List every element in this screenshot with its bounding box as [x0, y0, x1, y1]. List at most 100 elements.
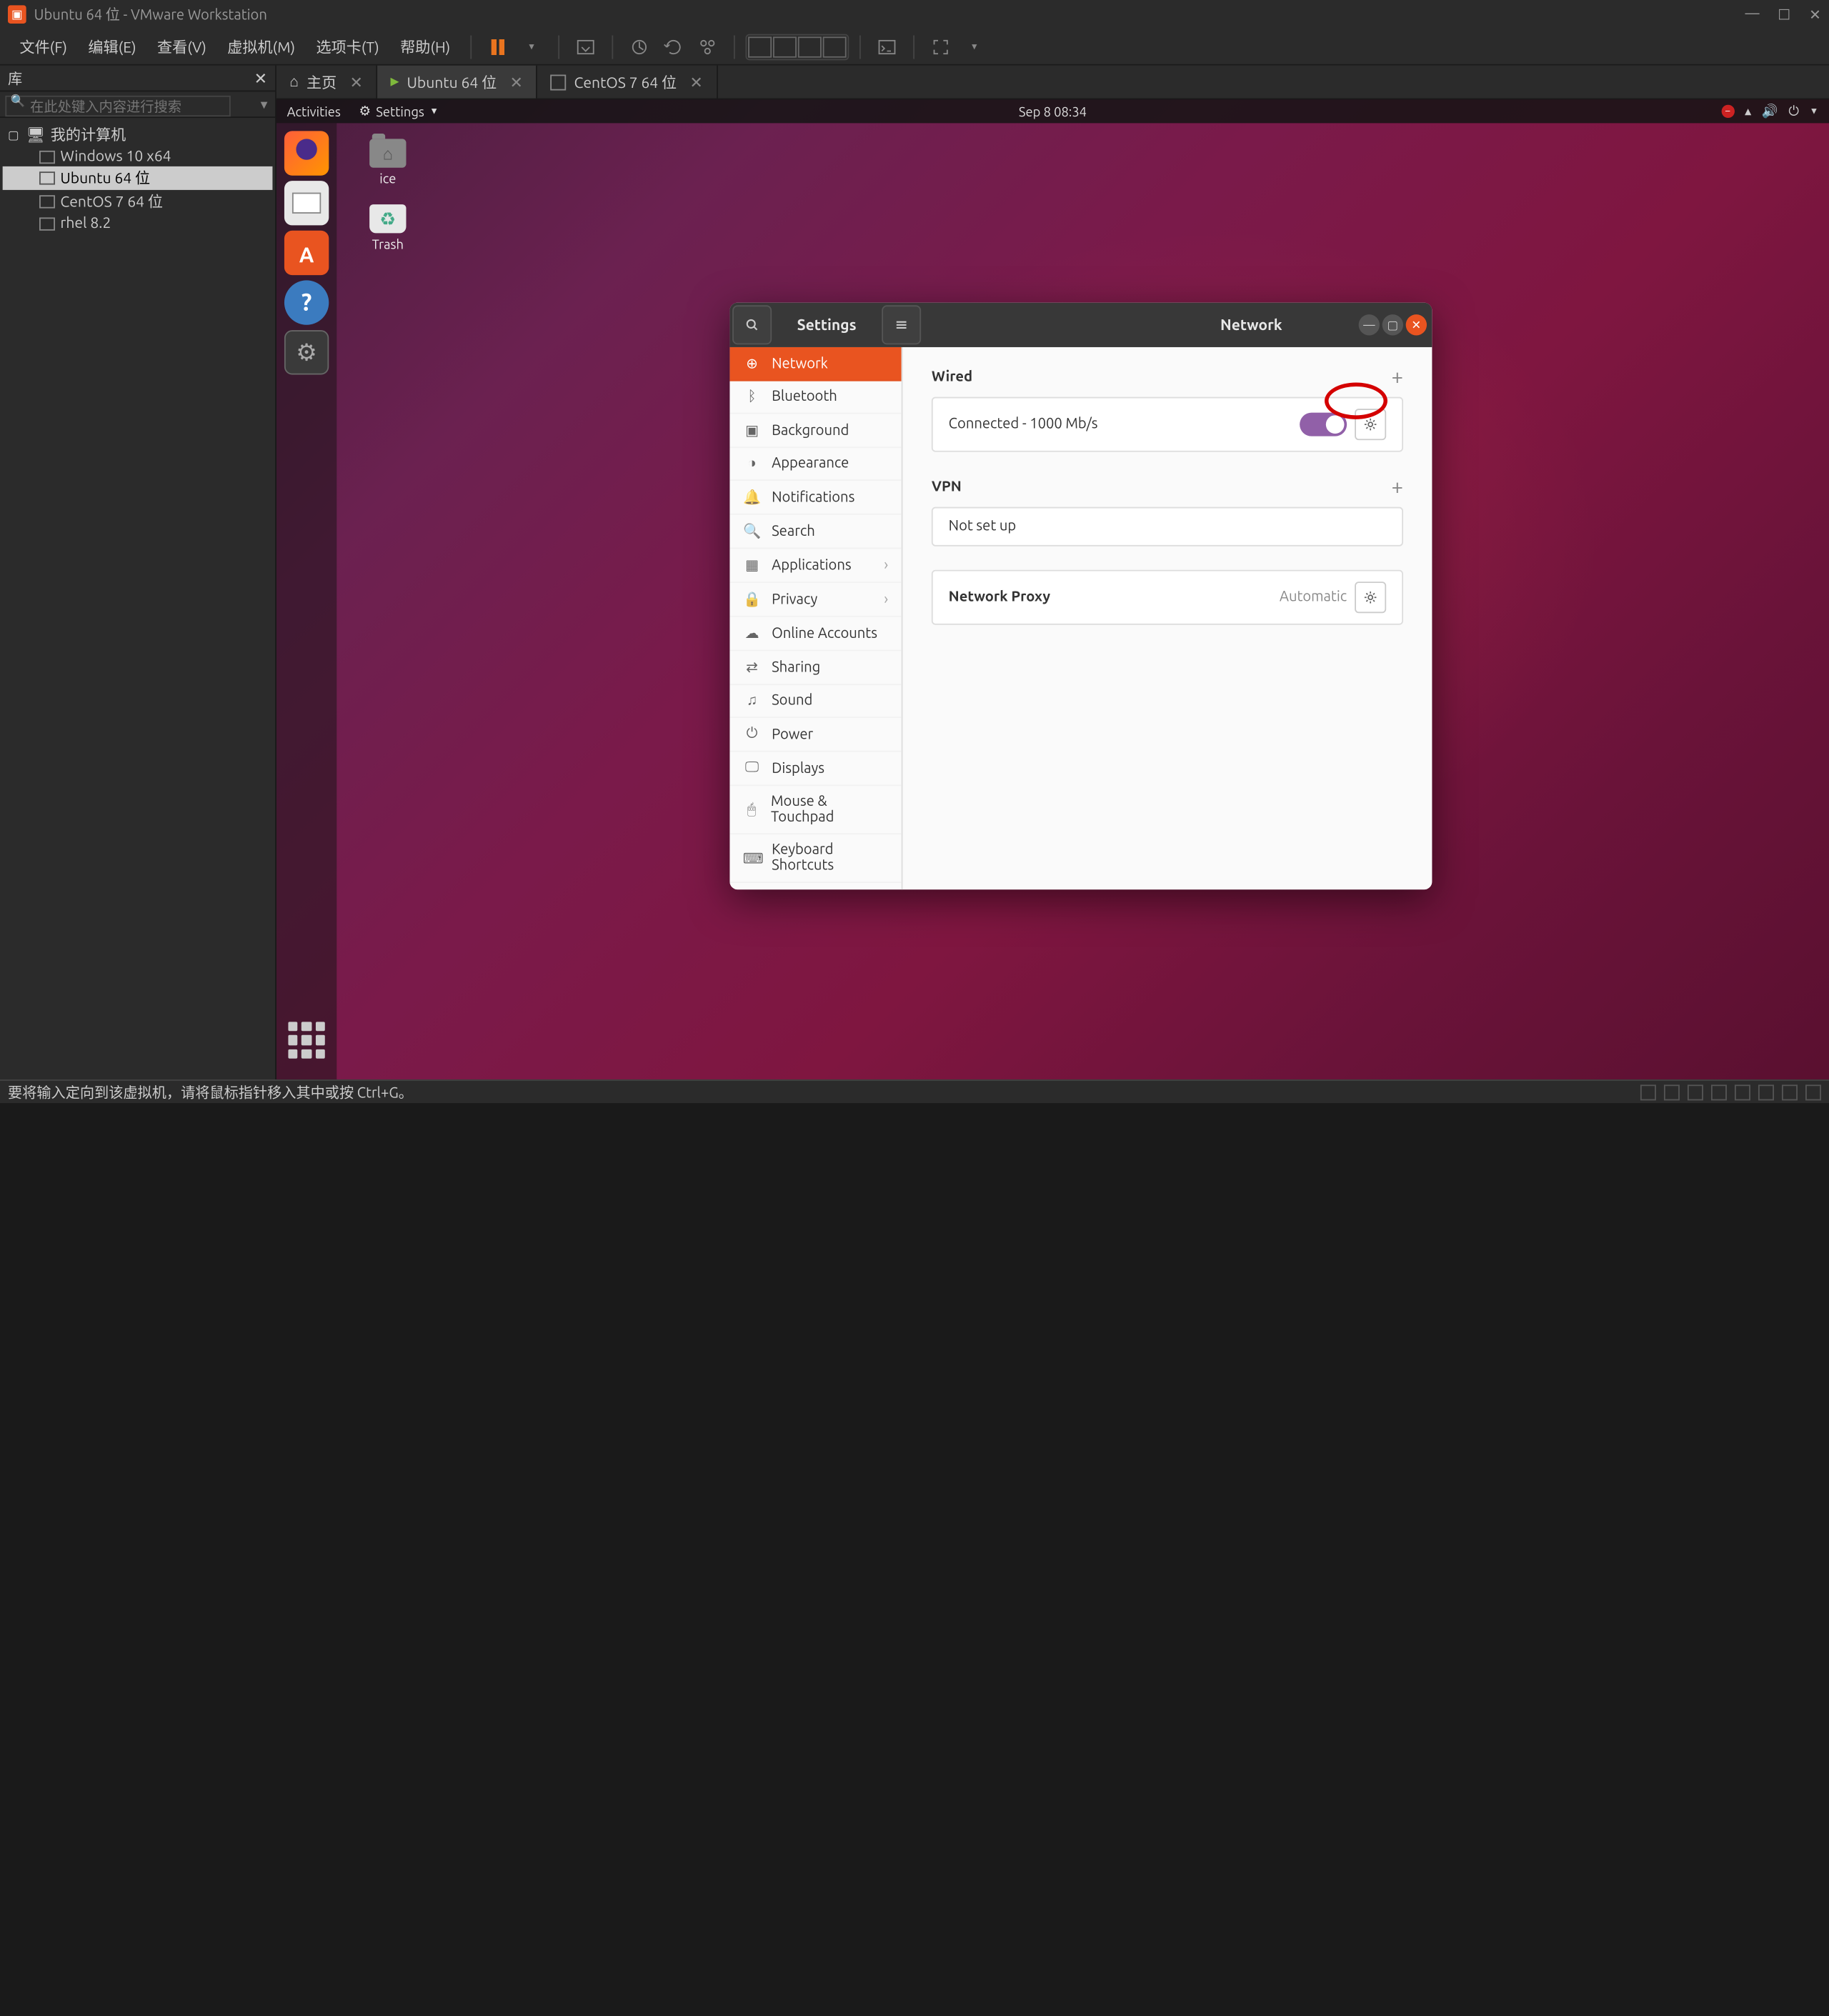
- search-dropdown-icon[interactable]: ▼: [258, 98, 269, 111]
- tree-item-windows[interactable]: Windows 10 x64: [3, 146, 273, 166]
- expander-icon[interactable]: ▢: [8, 128, 21, 142]
- maximize-button[interactable]: ☐: [1778, 6, 1790, 23]
- tree-item-label: CentOS 7 64 位: [60, 191, 163, 212]
- dock-files-icon[interactable]: [284, 181, 329, 225]
- device-icon[interactable]: [1735, 1084, 1750, 1099]
- hamburger-menu-button[interactable]: [882, 305, 921, 344]
- sidebar-item-power[interactable]: ⏻Power: [729, 718, 901, 752]
- wired-status: Connected - 1000 Mb/s: [949, 416, 1300, 432]
- centos-icon: [550, 74, 566, 90]
- fullscreen-icon[interactable]: [929, 35, 952, 59]
- snapshot-revert-icon[interactable]: [662, 35, 685, 59]
- snapshot-take-icon[interactable]: [627, 35, 651, 59]
- device-icon[interactable]: [1664, 1084, 1680, 1099]
- close-button[interactable]: ✕: [1809, 6, 1821, 23]
- sidebar-item-sound[interactable]: ♫Sound: [729, 685, 901, 718]
- sidebar-item-notifications[interactable]: 🔔Notifications: [729, 481, 901, 515]
- menu-view[interactable]: 查看(V): [148, 31, 216, 62]
- sidebar-item-background[interactable]: ▣Background: [729, 414, 901, 448]
- menu-file[interactable]: 文件(F): [11, 31, 76, 62]
- device-icon[interactable]: [1805, 1084, 1821, 1099]
- cloud-icon: ☁: [743, 625, 762, 642]
- sidebar-item-network[interactable]: ⊕Network: [729, 347, 901, 381]
- snapshot-manage-icon[interactable]: [695, 35, 719, 59]
- library-search-input[interactable]: [5, 95, 230, 116]
- pause-icon[interactable]: [486, 35, 509, 59]
- activities-button[interactable]: Activities: [287, 104, 341, 119]
- wired-section-title: Wired: [932, 369, 972, 385]
- search-icon: 🔍: [743, 523, 762, 540]
- dock-settings-icon[interactable]: [284, 330, 329, 374]
- wired-connection-row: Connected - 1000 Mb/s: [932, 397, 1403, 452]
- chevron-down-icon: ▼: [1810, 106, 1819, 117]
- dock-software-icon[interactable]: [284, 231, 329, 275]
- tab-close-icon[interactable]: ✕: [689, 73, 702, 91]
- sidebar-item-applications[interactable]: ▦Applications›: [729, 549, 901, 583]
- sidebar-item-mouse[interactable]: 🖱Mouse & Touchpad: [729, 786, 901, 834]
- vm-icon: [39, 150, 55, 163]
- device-icon[interactable]: [1688, 1084, 1703, 1099]
- view-mode-4-icon[interactable]: [822, 36, 846, 56]
- tab-close-icon[interactable]: ✕: [510, 73, 523, 91]
- notification-badge-icon[interactable]: –: [1721, 105, 1734, 118]
- add-wired-button[interactable]: +: [1391, 366, 1403, 389]
- sidebar-item-search[interactable]: 🔍Search: [729, 515, 901, 549]
- sidebar-item-bluetooth[interactable]: ᛒBluetooth: [729, 381, 901, 414]
- tree-root[interactable]: ▢ 🖥 我的计算机: [3, 123, 273, 146]
- settings-minimize-button[interactable]: —: [1359, 314, 1380, 335]
- guest-viewport[interactable]: Activities ⚙ Settings ▼ Sep 8 08:34 – ▴ …: [276, 99, 1829, 1079]
- tab-home[interactable]: ⌂ 主页 ✕: [276, 66, 377, 99]
- network-proxy-row[interactable]: Network Proxy Automatic: [932, 570, 1403, 625]
- dock-firefox-icon[interactable]: [284, 131, 329, 175]
- wired-settings-button[interactable]: [1355, 409, 1386, 440]
- device-icon[interactable]: [1782, 1084, 1798, 1099]
- settings-close-button[interactable]: ✕: [1406, 314, 1427, 335]
- statusbar-device-icons: [1640, 1084, 1821, 1099]
- sidebar-item-online-accounts[interactable]: ☁Online Accounts: [729, 617, 901, 652]
- device-icon[interactable]: [1711, 1084, 1727, 1099]
- desktop-icon-label: Trash: [372, 237, 404, 251]
- snapshot-send-icon[interactable]: [574, 35, 597, 59]
- menu-help[interactable]: 帮助(H): [391, 31, 459, 62]
- sidebar-item-keyboard[interactable]: ⌨Keyboard Shortcuts: [729, 834, 901, 883]
- view-mode-3-icon[interactable]: [797, 36, 821, 56]
- library-close-icon[interactable]: ✕: [254, 69, 267, 87]
- tree-item-centos[interactable]: CentOS 7 64 位: [3, 190, 273, 214]
- menu-edit[interactable]: 编辑(E): [79, 31, 146, 62]
- view-mode-2-icon[interactable]: [772, 36, 796, 56]
- sidebar-item-displays[interactable]: 🖵Displays: [729, 752, 901, 787]
- settings-maximize-button[interactable]: ▢: [1382, 314, 1403, 335]
- sidebar-item-privacy[interactable]: 🔒Privacy›: [729, 583, 901, 617]
- device-icon[interactable]: [1640, 1084, 1656, 1099]
- console-icon[interactable]: [874, 35, 898, 59]
- tab-ubuntu[interactable]: ▸ Ubuntu 64 位 ✕: [377, 66, 537, 99]
- view-mode-1-icon[interactable]: [748, 36, 772, 56]
- desktop-icon-trash[interactable]: Trash: [352, 204, 423, 251]
- dock-apps-grid-icon[interactable]: [288, 1022, 324, 1058]
- tab-centos[interactable]: CentOS 7 64 位 ✕: [537, 66, 717, 99]
- tree-item-ubuntu[interactable]: Ubuntu 64 位: [3, 166, 273, 190]
- vm-icon: [39, 171, 55, 184]
- clock[interactable]: Sep 8 08:34: [1019, 104, 1087, 119]
- system-tray[interactable]: – ▴ 🔊 ⏻ ▼: [1721, 104, 1818, 119]
- menu-vm[interactable]: 虚拟机(M): [218, 31, 304, 62]
- sidebar-item-label: Bluetooth: [772, 389, 837, 405]
- dropdown-icon[interactable]: ▾: [520, 35, 544, 59]
- tree-item-rhel[interactable]: rhel 8.2: [3, 214, 273, 234]
- dropdown-2-icon[interactable]: ▾: [962, 35, 986, 59]
- sidebar-item-printers[interactable]: 🖶Printers: [729, 883, 901, 889]
- minimize-button[interactable]: —: [1745, 6, 1760, 23]
- menu-tabs[interactable]: 选项卡(T): [307, 31, 389, 62]
- wired-toggle[interactable]: [1300, 413, 1347, 436]
- device-icon[interactable]: [1758, 1084, 1774, 1099]
- tab-close-icon[interactable]: ✕: [350, 73, 363, 91]
- desktop-icon-home[interactable]: ice: [352, 139, 423, 186]
- proxy-settings-button[interactable]: [1355, 582, 1386, 613]
- sidebar-item-sharing[interactable]: ⇄Sharing: [729, 651, 901, 685]
- app-menu[interactable]: ⚙ Settings ▼: [359, 104, 438, 119]
- sidebar-item-appearance[interactable]: ◑Appearance: [729, 448, 901, 481]
- dock-help-icon[interactable]: ?: [284, 280, 329, 324]
- settings-search-button[interactable]: [732, 305, 772, 344]
- add-vpn-button[interactable]: +: [1391, 476, 1403, 499]
- share-icon: ⇄: [743, 659, 762, 676]
